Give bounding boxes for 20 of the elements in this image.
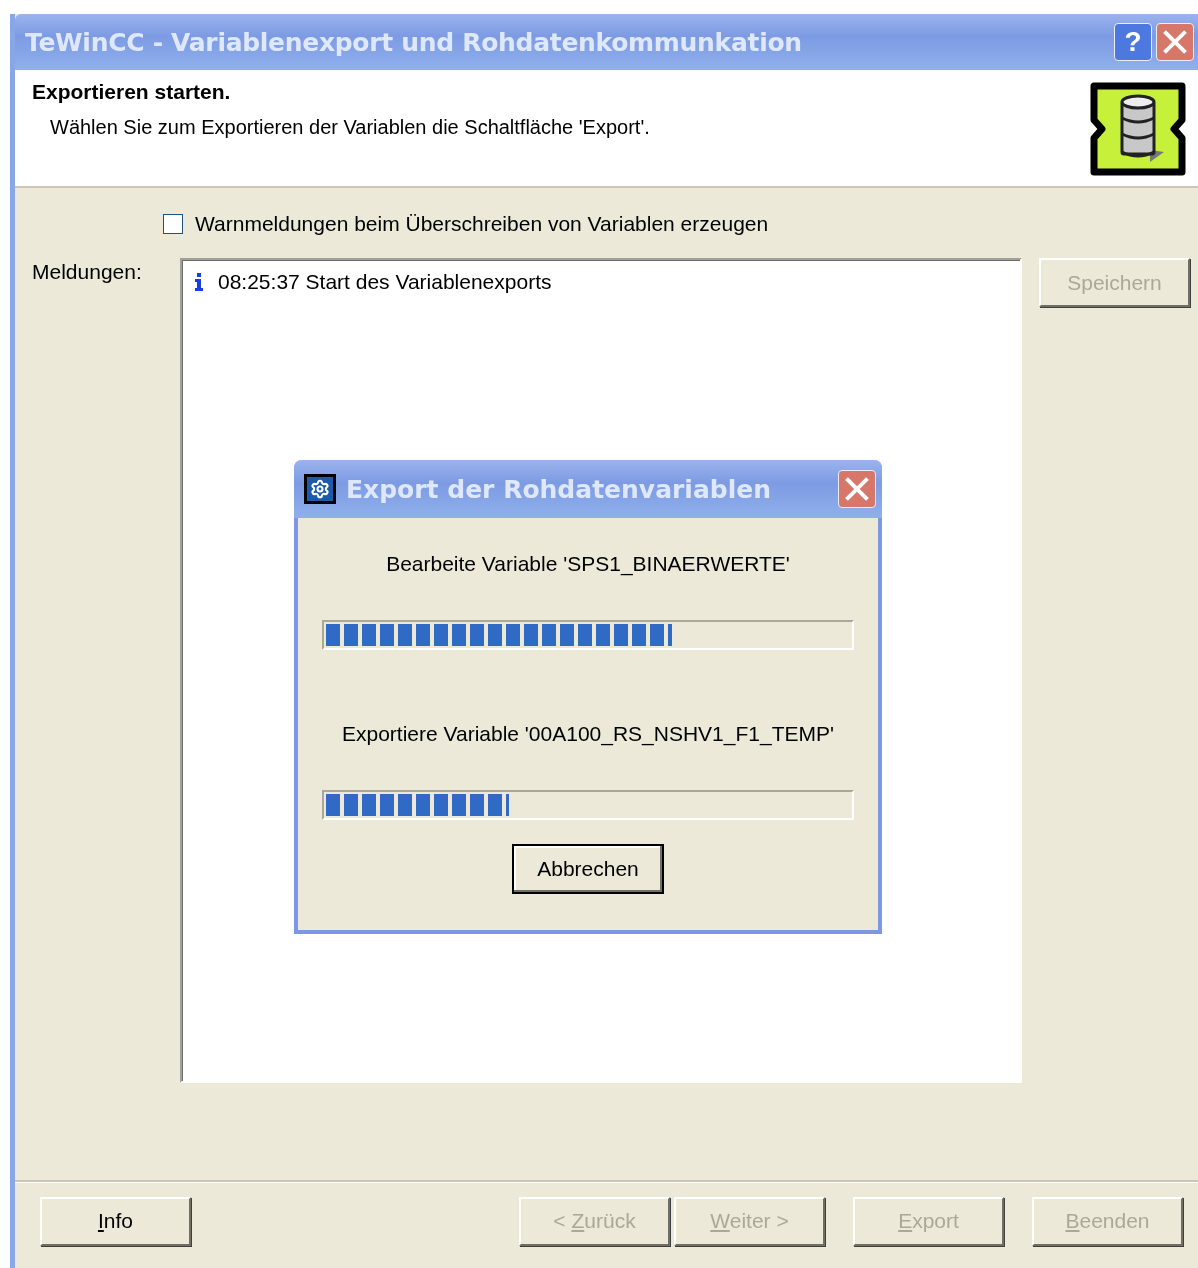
close-icon xyxy=(844,476,870,502)
gear-icon xyxy=(304,474,336,504)
close-button[interactable] xyxy=(1156,23,1194,61)
info-button[interactable]: Info xyxy=(40,1196,191,1246)
database-icon xyxy=(1088,80,1188,178)
step-description: Wählen Sie zum Exportieren der Variablen die Schaltfläche 'Export'. xyxy=(50,116,651,139)
dialog-title: Export der Rohdatenvariablen xyxy=(346,474,772,504)
messages-label: Meldungen: xyxy=(32,259,143,285)
info-icon xyxy=(194,273,204,291)
checkbox[interactable] xyxy=(163,214,183,234)
close-icon xyxy=(1162,29,1188,55)
checkbox-label: Warnmeldungen beim Überschreiben von Variablen erzeugen xyxy=(195,212,769,236)
step-title: Exportieren starten. xyxy=(32,80,232,104)
window-title: TeWinCC - Variablenexport und Rohdatenkommunkation xyxy=(25,27,803,57)
progress-label: Exportiere Variable '00A100_RS_NSHV1_F1_TEMP' xyxy=(341,722,834,746)
progress-label: Bearbeite Variable 'SPS1_BINAERWERTE' xyxy=(386,552,790,576)
help-button[interactable]: ? xyxy=(1114,23,1152,61)
dialog-close-button[interactable] xyxy=(838,470,876,508)
cancel-button[interactable]: Abbrechen xyxy=(512,844,664,894)
message-entry: 08:25:37 Start des Variablenexports xyxy=(218,270,552,294)
